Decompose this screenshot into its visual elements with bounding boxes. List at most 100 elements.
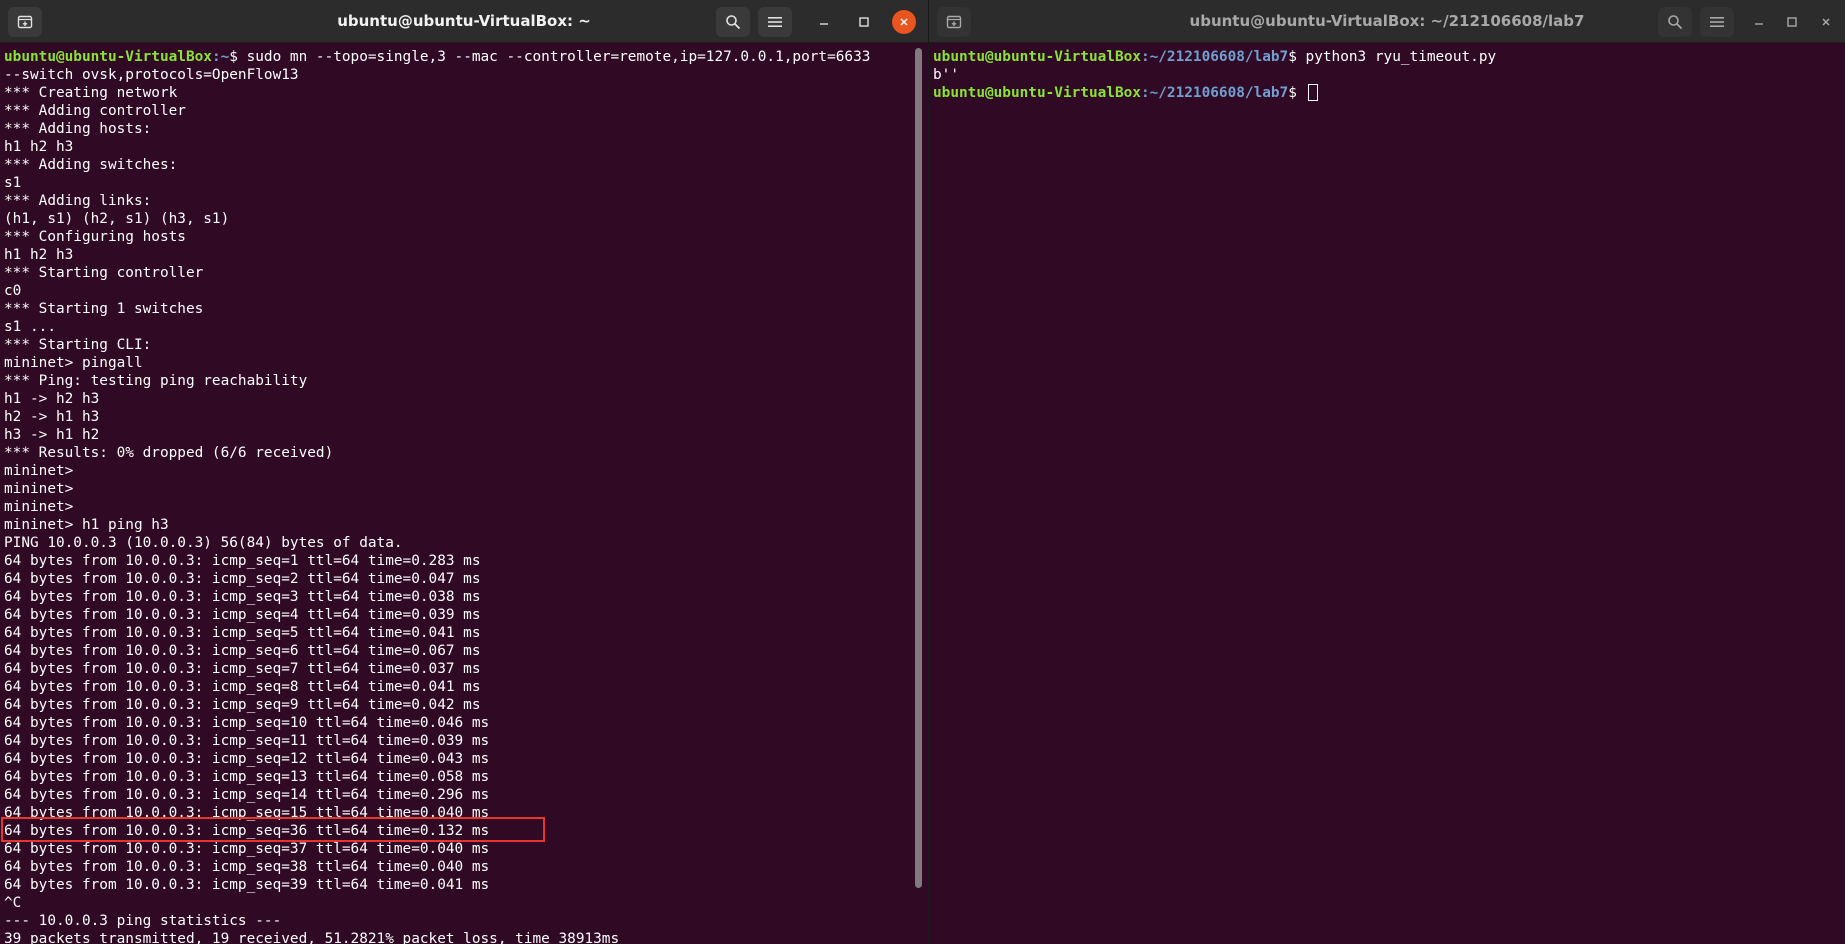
- output-text: *** Adding links:: [4, 193, 152, 209]
- terminal-output-right[interactable]: ubuntu@ubuntu-VirtualBox:~/212106608/lab…: [933, 48, 1827, 102]
- output-text: 64 bytes from 10.0.0.3: icmp_seq=2 ttl=6…: [4, 571, 481, 587]
- hamburger-menu-icon: [1710, 17, 1724, 27]
- output-line: --switch ovsk,protocols=OpenFlow13: [4, 66, 910, 84]
- output-text: *** Starting CLI:: [4, 337, 152, 353]
- terminal-output-left[interactable]: ubuntu@ubuntu-VirtualBox:~$ sudo mn --to…: [4, 48, 910, 944]
- output-text: mininet> pingall: [4, 355, 143, 371]
- output-line: *** Adding switches:: [4, 156, 910, 174]
- menu-button[interactable]: [758, 7, 792, 37]
- output-text: 64 bytes from 10.0.0.3: icmp_seq=9 ttl=6…: [4, 697, 481, 713]
- output-line: 64 bytes from 10.0.0.3: icmp_seq=12 ttl=…: [4, 750, 910, 768]
- minimize-button[interactable]: [1747, 10, 1771, 34]
- highlight-box: [1, 817, 545, 842]
- output-line: *** Adding hosts:: [4, 120, 910, 138]
- output-text: *** Starting controller: [4, 265, 204, 281]
- titlebar-left: ubuntu@ubuntu-VirtualBox: ~: [0, 0, 928, 43]
- terminal-window-left: ubuntu@ubuntu-VirtualBox: ~ ubuntu@ubunt…: [0, 0, 928, 944]
- search-button[interactable]: [1658, 7, 1692, 37]
- output-text: 64 bytes from 10.0.0.3: icmp_seq=1 ttl=6…: [4, 553, 481, 569]
- output-text: h3 -> h1 h2: [4, 427, 100, 443]
- output-text: h1 -> h2 h3: [4, 391, 100, 407]
- output-line: b'': [933, 66, 1827, 84]
- output-text: 64 bytes from 10.0.0.3: icmp_seq=4 ttl=6…: [4, 607, 481, 623]
- new-tab-icon: [17, 15, 33, 29]
- output-line: PING 10.0.0.3 (10.0.0.3) 56(84) bytes of…: [4, 534, 910, 552]
- output-line: 64 bytes from 10.0.0.3: icmp_seq=37 ttl=…: [4, 840, 910, 858]
- output-text: 64 bytes from 10.0.0.3: icmp_seq=39 ttl=…: [4, 877, 490, 893]
- output-text: b'': [933, 67, 959, 83]
- prompt-user: ubuntu@ubuntu-VirtualBox: [933, 85, 1141, 101]
- prompt-path: :~/212106608/lab7: [1140, 49, 1289, 65]
- output-line: 64 bytes from 10.0.0.3: icmp_seq=13 ttl=…: [4, 768, 910, 786]
- output-text: s1: [4, 175, 22, 191]
- output-text: *** Results: 0% dropped (6/6 received): [4, 445, 334, 461]
- output-line: *** Configuring hosts: [4, 228, 910, 246]
- output-text: mininet>: [4, 463, 74, 479]
- prompt-line: ubuntu@ubuntu-VirtualBox:~/212106608/lab…: [933, 84, 1827, 102]
- output-text: h1 h2 h3: [4, 247, 74, 263]
- output-line: 64 bytes from 10.0.0.3: icmp_seq=14 ttl=…: [4, 786, 910, 804]
- output-line: mininet>: [4, 480, 910, 498]
- output-text: mininet>: [4, 499, 74, 515]
- output-line: h3 -> h1 h2: [4, 426, 910, 444]
- output-line: h1 h2 h3: [4, 138, 910, 156]
- minimize-button[interactable]: [812, 10, 836, 34]
- output-text: --- 10.0.0.3 ping statistics ---: [4, 913, 282, 929]
- maximize-icon: [1787, 17, 1797, 27]
- prompt-user: ubuntu@ubuntu-VirtualBox: [4, 49, 212, 65]
- output-line: 64 bytes from 10.0.0.3: icmp_seq=1 ttl=6…: [4, 552, 910, 570]
- maximize-button[interactable]: [1780, 10, 1804, 34]
- menu-button[interactable]: [1700, 7, 1734, 37]
- output-text: 64 bytes from 10.0.0.3: icmp_seq=13 ttl=…: [4, 769, 490, 785]
- prompt-user: ubuntu@ubuntu-VirtualBox: [933, 49, 1141, 65]
- minimize-icon: [820, 23, 828, 25]
- output-line: *** Starting controller: [4, 264, 910, 282]
- output-text: 64 bytes from 10.0.0.3: icmp_seq=11 ttl=…: [4, 733, 490, 749]
- output-line: 64 bytes from 10.0.0.3: icmp_seq=38 ttl=…: [4, 858, 910, 876]
- close-icon: [1822, 18, 1830, 26]
- output-text: 64 bytes from 10.0.0.3: icmp_seq=10 ttl=…: [4, 715, 490, 731]
- new-tab-button[interactable]: [937, 7, 971, 37]
- prompt-line: ubuntu@ubuntu-VirtualBox:~/212106608/lab…: [933, 48, 1827, 66]
- output-line: h2 -> h1 h3: [4, 408, 910, 426]
- output-line: 64 bytes from 10.0.0.3: icmp_seq=4 ttl=6…: [4, 606, 910, 624]
- output-line: *** Results: 0% dropped (6/6 received): [4, 444, 910, 462]
- minimize-icon: [1755, 23, 1763, 25]
- output-text: 64 bytes from 10.0.0.3: icmp_seq=6 ttl=6…: [4, 643, 481, 659]
- output-line: *** Creating network: [4, 84, 910, 102]
- output-text: 64 bytes from 10.0.0.3: icmp_seq=37 ttl=…: [4, 841, 490, 857]
- output-text: 64 bytes from 10.0.0.3: icmp_seq=14 ttl=…: [4, 787, 490, 803]
- output-line: *** Ping: testing ping reachability: [4, 372, 910, 390]
- command-text: $ python3 ryu_timeout.py: [1288, 49, 1497, 65]
- output-text: *** Adding hosts:: [4, 121, 152, 137]
- new-tab-button[interactable]: [8, 7, 42, 37]
- search-button[interactable]: [716, 7, 750, 37]
- output-text: 64 bytes from 10.0.0.3: icmp_seq=7 ttl=6…: [4, 661, 481, 677]
- new-tab-icon: [946, 15, 962, 29]
- close-button[interactable]: [1814, 10, 1838, 34]
- output-text: --switch ovsk,protocols=OpenFlow13: [4, 67, 299, 83]
- output-line: 64 bytes from 10.0.0.3: icmp_seq=7 ttl=6…: [4, 660, 910, 678]
- output-text: h2 -> h1 h3: [4, 409, 100, 425]
- output-line: *** Starting CLI:: [4, 336, 910, 354]
- output-text: mininet>: [4, 481, 74, 497]
- output-line: mininet>: [4, 498, 910, 516]
- scrollbar-thumb[interactable]: [915, 48, 922, 888]
- maximize-button[interactable]: [852, 10, 876, 34]
- command-text: $: [1288, 85, 1306, 101]
- close-button[interactable]: [892, 10, 916, 34]
- output-text: h1 h2 h3: [4, 139, 74, 155]
- output-text: PING 10.0.0.3 (10.0.0.3) 56(84) bytes of…: [4, 535, 403, 551]
- prompt-path: :~: [211, 49, 230, 65]
- output-text: 39 packets transmitted, 19 received, 51.…: [4, 931, 620, 944]
- output-line: 64 bytes from 10.0.0.3: icmp_seq=39 ttl=…: [4, 876, 910, 894]
- output-text: s1 ...: [4, 319, 56, 335]
- output-text: (h1, s1) (h2, s1) (h3, s1): [4, 211, 230, 227]
- output-line: *** Adding links:: [4, 192, 910, 210]
- output-line: *** Adding controller: [4, 102, 910, 120]
- terminal-window-right: ubuntu@ubuntu-VirtualBox: ~/212106608/la…: [928, 0, 1845, 944]
- output-line: 64 bytes from 10.0.0.3: icmp_seq=9 ttl=6…: [4, 696, 910, 714]
- output-line: *** Starting 1 switches: [4, 300, 910, 318]
- output-line: 64 bytes from 10.0.0.3: icmp_seq=3 ttl=6…: [4, 588, 910, 606]
- output-text: *** Adding switches:: [4, 157, 178, 173]
